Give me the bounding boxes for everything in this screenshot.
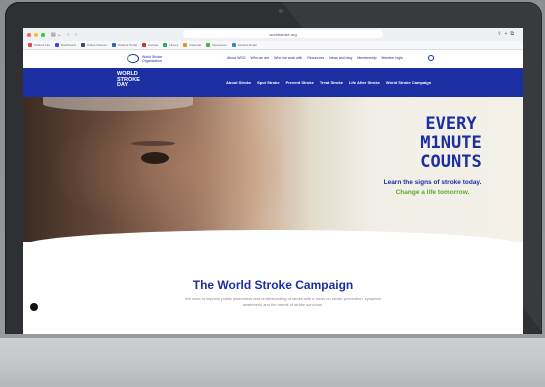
laptop-frame: ▤ ⌄ ‹ › worldstroke.org ⇪+⧉ Student Life… xyxy=(5,2,542,338)
hero-subtitle: Learn the signs of stroke today. xyxy=(383,179,482,186)
bookmark-icon xyxy=(80,43,85,47)
address-bar[interactable]: worldstroke.org xyxy=(183,30,383,38)
hero-headline-line: EVERY xyxy=(425,114,477,134)
nav-spot-stroke[interactable]: Spot Stroke xyxy=(257,80,279,85)
top-link[interactable]: News and blog xyxy=(329,56,352,60)
top-link[interactable]: Member login xyxy=(382,56,403,60)
top-link[interactable]: About WSO xyxy=(227,56,245,60)
nav-world-stroke-campaign[interactable]: World Stroke Campaign xyxy=(386,80,431,85)
site-logo-text[interactable]: World Stroke Organization xyxy=(142,55,166,63)
bookmark-item[interactable]: Student Portal xyxy=(111,43,137,47)
camera-icon xyxy=(279,9,283,13)
hero-tagline: Change a life tomorrow. xyxy=(395,189,470,196)
bookmark-item[interactable]: Student Email xyxy=(231,43,256,47)
bookmark-item[interactable]: Calendar xyxy=(183,43,201,47)
close-icon[interactable] xyxy=(27,32,31,37)
top-links: About WSO Who we are Who we work with Re… xyxy=(227,56,403,60)
wso-logo-icon[interactable] xyxy=(127,54,139,63)
bookmark-icon xyxy=(28,43,32,47)
top-link[interactable]: Who we work with xyxy=(274,56,302,60)
bookmarks-bar: Student Life Dashboard Online Classes St… xyxy=(23,41,523,50)
nav-about-stroke[interactable]: About Stroke xyxy=(226,80,251,85)
nav-prevent-stroke[interactable]: Prevent Stroke xyxy=(286,80,314,85)
browser-tabbar: ▤ ⌄ ‹ › worldstroke.org ⇪+⧉ xyxy=(23,28,523,41)
bookmark-item[interactable]: Student Life xyxy=(28,43,50,47)
section-intro: We work to improve public awareness and … xyxy=(184,296,382,307)
window-controls xyxy=(27,32,45,37)
bookmark-icon xyxy=(206,43,211,47)
search-icon[interactable] xyxy=(428,55,434,61)
world-stroke-day-logo[interactable]: WORLD STROKE DAY xyxy=(117,71,140,89)
nav-life-after-stroke[interactable]: Life After Stroke xyxy=(349,80,380,85)
hero-banner: EVERY M1NUTE COUNTS Learn the signs of s… xyxy=(23,97,523,242)
bookmark-icon xyxy=(111,43,116,47)
laptop-hinge xyxy=(0,334,545,338)
hero-photo-brow xyxy=(131,141,175,146)
main-menu: About Stroke Spot Stroke Prevent Stroke … xyxy=(226,80,431,85)
hero-photo-hair xyxy=(43,97,193,111)
top-link[interactable]: Resources xyxy=(307,56,324,60)
hero-photo-eye xyxy=(141,152,169,164)
bookmark-icon xyxy=(183,43,188,47)
laptop-base xyxy=(0,334,545,387)
main-navbar: WORLD STROKE DAY About Stroke Spot Strok… xyxy=(23,68,523,97)
bookmark-item[interactable]: Library xyxy=(163,43,178,47)
bookmark-item[interactable]: Dashboard xyxy=(55,43,76,47)
bookmark-item[interactable]: Canvas xyxy=(141,43,158,47)
minimize-icon[interactable] xyxy=(34,32,38,37)
top-link[interactable]: Membership xyxy=(357,56,376,60)
bookmark-icon xyxy=(55,43,60,47)
bookmark-icon xyxy=(163,43,168,47)
hero-headline-line: COUNTS xyxy=(420,152,482,172)
laptop-screen: ▤ ⌄ ‹ › worldstroke.org ⇪+⧉ Student Life… xyxy=(23,28,523,337)
bookmark-item[interactable]: Resources xyxy=(206,43,227,47)
section-title: The World Stroke Campaign xyxy=(192,278,354,292)
bookmark-icon xyxy=(231,43,236,47)
site-topbar: World Stroke Organization About WSO Who … xyxy=(23,50,523,67)
sidebar-toggle-icon[interactable]: ▤ ⌄ xyxy=(51,32,61,38)
top-link[interactable]: Who we are xyxy=(250,56,269,60)
hero-headline-line: M1NUTE xyxy=(420,133,482,153)
hero-photo xyxy=(23,97,283,242)
bookmark-icon xyxy=(141,43,146,47)
chat-widget-icon[interactable] xyxy=(30,303,38,311)
back-icon[interactable]: ‹ xyxy=(67,32,69,38)
bookmark-item[interactable]: Online Classes xyxy=(80,43,107,47)
nav-treat-stroke[interactable]: Treat Stroke xyxy=(320,80,343,85)
forward-icon[interactable]: › xyxy=(75,32,77,38)
browser-actions-icon[interactable]: ⇪+⧉ xyxy=(497,31,517,37)
maximize-icon[interactable] xyxy=(41,32,45,37)
